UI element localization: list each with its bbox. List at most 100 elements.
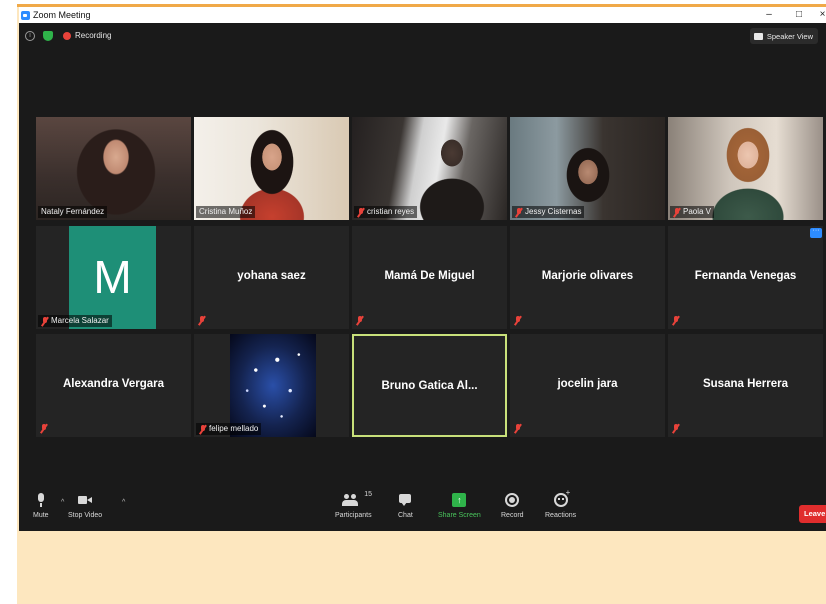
participant-name-label: cristian reyes: [354, 206, 418, 218]
participant-tile[interactable]: Susana Herrera: [668, 334, 823, 437]
chat-button[interactable]: Chat: [398, 493, 413, 519]
record-button[interactable]: Record: [501, 493, 524, 519]
chat-label: Chat: [398, 512, 413, 519]
muted-mic-icon: [356, 316, 364, 325]
participant-video: [510, 117, 665, 220]
participant-name: felipe mellado: [209, 424, 259, 433]
participant-name: Susana Herrera: [702, 378, 789, 390]
participant-name: Marjorie olivares: [541, 270, 634, 282]
muted-mic-icon: [672, 316, 680, 325]
info-icon[interactable]: i: [25, 31, 35, 41]
reactions-smiley-icon: [553, 488, 570, 507]
screenshot: Zoom Meeting – □ × i Recording Speaker V…: [0, 0, 826, 604]
share-screen-icon: ↑: [452, 493, 467, 507]
video-camera-icon: [78, 493, 93, 507]
video-options-caret[interactable]: ^: [122, 499, 125, 506]
participant-tile[interactable]: Paola V: [668, 117, 823, 220]
meeting-toolbar: Mute ^ Stop Video ^ 15 Participants Chat…: [19, 488, 826, 531]
participant-name-label: Jessy Cisternas: [512, 206, 585, 218]
muted-mic-icon: [672, 424, 680, 433]
participant-name: Paola V: [683, 207, 712, 216]
participant-video: [668, 117, 823, 220]
participant-tile[interactable]: Alexandra Vergara: [36, 334, 191, 437]
window-title: Zoom Meeting: [33, 10, 91, 20]
participant-tile[interactable]: felipe mellado: [194, 334, 349, 437]
participant-name-label: felipe mellado: [196, 423, 262, 435]
muted-mic-icon: [514, 316, 522, 325]
record-label: Record: [501, 512, 524, 519]
reactions-label: Reactions: [545, 512, 577, 519]
mute-label: Mute: [33, 512, 49, 519]
security-shield-icon[interactable]: [43, 31, 53, 41]
participant-name: jocelin jara: [557, 378, 618, 390]
muted-mic-icon: [199, 424, 207, 434]
chat-bubble-icon: [398, 493, 412, 507]
muted-mic-icon: [357, 207, 365, 217]
avatar: M: [69, 226, 156, 329]
muted-mic-icon: [515, 207, 523, 217]
participants-icon: 15: [342, 491, 372, 507]
participant-tile[interactable]: Mamá De Miguel: [352, 226, 507, 329]
recording-label: Recording: [75, 31, 112, 40]
participant-name: Alexandra Vergara: [62, 378, 164, 390]
participant-tile[interactable]: Jessy Cisternas: [510, 117, 665, 220]
participant-name: Jessy Cisternas: [525, 207, 582, 216]
zoom-window: Zoom Meeting – □ × i Recording Speaker V…: [19, 7, 826, 531]
more-options-icon[interactable]: ···: [810, 227, 822, 238]
share-screen-label: Share Screen: [438, 512, 481, 519]
participant-tile[interactable]: Nataly Fernández: [36, 117, 191, 220]
participant-name: Marcela Salazar: [51, 316, 109, 325]
participant-name-label: Nataly Fernández: [38, 206, 108, 218]
participant-name-label: Marcela Salazar: [38, 315, 112, 327]
reactions-button[interactable]: Reactions: [545, 488, 577, 519]
participants-count: 15: [364, 491, 373, 498]
participant-name: Nataly Fernández: [41, 207, 105, 216]
participant-name-label: Paola V: [670, 206, 715, 218]
microphone-icon: [34, 493, 48, 507]
title-bar: Zoom Meeting – □ ×: [19, 7, 826, 23]
minimize-button[interactable]: –: [762, 7, 776, 23]
participant-tile[interactable]: Marjorie olivares: [510, 226, 665, 329]
audio-options-caret[interactable]: ^: [61, 499, 64, 506]
participant-name: yohana saez: [237, 270, 306, 282]
participant-name: cristian reyes: [367, 207, 415, 216]
profile-picture: [230, 334, 316, 437]
participant-tile[interactable]: Bruno Gatica Al...: [352, 334, 507, 437]
muted-mic-icon: [198, 316, 206, 325]
participants-button[interactable]: 15 Participants: [335, 491, 372, 519]
muted-mic-icon: [673, 207, 681, 217]
participant-video: [194, 117, 349, 220]
meeting-top-bar: i Recording Speaker View: [19, 23, 826, 49]
speaker-view-label: Speaker View: [766, 31, 813, 41]
participant-tile[interactable]: Cristina Muñoz: [194, 117, 349, 220]
muted-mic-icon: [514, 424, 522, 433]
mute-button[interactable]: Mute: [33, 493, 49, 519]
leave-meeting-button[interactable]: Leave: [799, 505, 826, 523]
share-screen-button[interactable]: ↑ Share Screen: [438, 493, 481, 519]
stop-video-button[interactable]: Stop Video: [68, 493, 102, 519]
muted-mic-icon: [41, 316, 49, 326]
participant-name: Mamá De Miguel: [384, 270, 475, 282]
participant-video: [36, 117, 191, 220]
participant-tile[interactable]: jocelin jara: [510, 334, 665, 437]
participant-name: Cristina Muñoz: [199, 207, 253, 216]
participant-name: Fernanda Venegas: [694, 270, 797, 282]
participant-tile[interactable]: cristian reyes: [352, 117, 507, 220]
participant-name-label: Cristina Muñoz: [196, 206, 256, 218]
participants-label: Participants: [335, 512, 372, 519]
zoom-app-icon: [21, 10, 30, 20]
speaker-view-button[interactable]: Speaker View: [749, 28, 818, 44]
participant-name: Bruno Gatica Al...: [381, 380, 478, 392]
participant-tile[interactable]: yohana saez: [194, 226, 349, 329]
close-button[interactable]: ×: [819, 7, 826, 23]
gallery-view: Nataly Fernández Cristina Muñoz cristian r…: [19, 117, 826, 442]
record-icon: [505, 493, 520, 507]
stop-video-label: Stop Video: [68, 512, 103, 519]
view-layout-icon: [753, 32, 763, 40]
recording-dot-icon: [63, 32, 71, 40]
participant-tile[interactable]: Fernanda Venegas: [668, 226, 823, 329]
participant-video: [352, 117, 507, 220]
maximize-button[interactable]: □: [792, 7, 806, 23]
participant-tile[interactable]: M Marcela Salazar: [36, 226, 191, 329]
muted-mic-icon: [40, 424, 48, 433]
